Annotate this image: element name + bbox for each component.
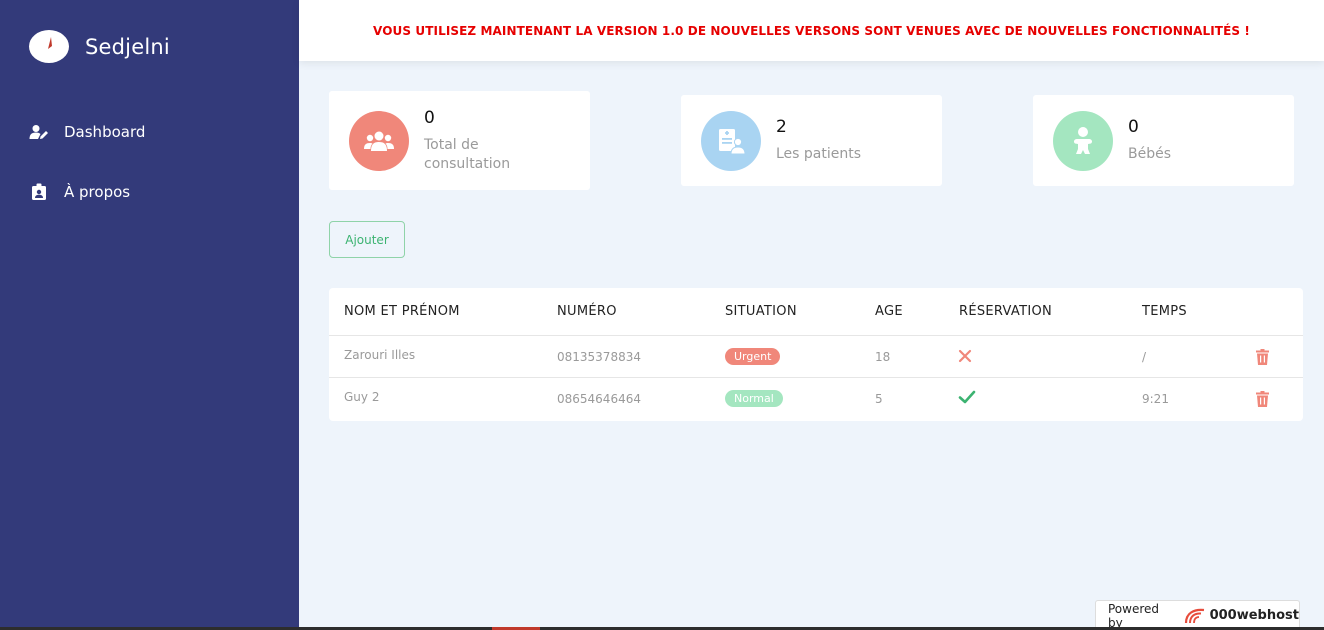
column-header: AGE [875,304,903,319]
stat-card-patients: 2 Les patients [681,95,942,186]
sidebar-item-label: Dashboard [64,123,146,141]
status-badge: Urgent [725,348,781,365]
cell-number: 08135378834 [557,350,641,364]
sidebar-item-label: À propos [64,183,131,201]
banner-message: VOUS UTILISEZ MAINTENANT LA VERSION 1.0 … [373,23,1250,38]
column-header: SITUATION [725,304,797,319]
stat-value: 0 [1128,117,1139,137]
stat-value: 0 [424,107,435,128]
status-badge: Normal [725,390,783,407]
version-banner: VOUS UTILISEZ MAINTENANT LA VERSION 1.0 … [299,0,1324,61]
sidebar-item-a-propos[interactable]: À propos [29,182,130,202]
stat-label: Les patients [776,146,862,162]
brand-name: Sedjelni [85,34,170,59]
table-row[interactable]: Zarouri Illes 08135378834 Urgent 18 / [329,336,1303,378]
column-header: RÉSERVATION [959,304,1053,319]
powered-by-badge[interactable]: Powered by 000webhost [1095,600,1300,630]
webhost-logo-icon [1184,607,1206,625]
cell-number: 08654646464 [557,392,641,406]
powered-by-label: Powered by [1108,601,1160,630]
baby-icon [1053,110,1113,171]
cell-age: 18 [875,350,891,364]
table-row[interactable]: Guy 2 08654646464 Normal 5 9:21 [329,378,1303,420]
sidebar-item-dashboard[interactable]: Dashboard [29,122,145,142]
patients-table: NOM ET PRÉNOM NUMÉRO SITUATION AGE RÉSER… [329,288,1303,421]
cell-age: 5 [875,392,883,406]
host-name: 000webhost [1209,608,1299,623]
cell-name: Zarouri Illes [344,348,416,362]
stat-label: Bébés [1128,146,1172,162]
brand[interactable]: Sedjelni [29,30,170,63]
compass-logo-icon [29,30,69,63]
add-button[interactable]: Ajouter [329,221,405,258]
stat-card-babies: 0 Bébés [1033,95,1294,186]
sidebar: Sedjelni Dashboard À propos [0,0,299,630]
users-icon [349,110,409,171]
id-badge-icon [29,182,49,202]
stat-label: Total de consultation [424,136,511,172]
column-header: NUMÉRO [557,304,617,319]
stat-value: 2 [776,117,787,137]
cell-time: 9:21 [1142,392,1169,406]
close-icon [957,348,973,364]
patient-file-icon [701,110,761,171]
trash-icon[interactable] [1254,390,1270,408]
check-icon [957,389,977,405]
user-edit-icon [29,122,49,142]
cell-name: Guy 2 [344,390,380,404]
cell-time: / [1142,350,1147,364]
column-header: NOM ET PRÉNOM [344,304,460,319]
stat-card-consultations: 0 Total de consultation [329,91,590,190]
trash-icon[interactable] [1254,348,1270,366]
column-header: TEMPS [1142,304,1187,319]
table-header: NOM ET PRÉNOM NUMÉRO SITUATION AGE RÉSER… [329,288,1303,336]
